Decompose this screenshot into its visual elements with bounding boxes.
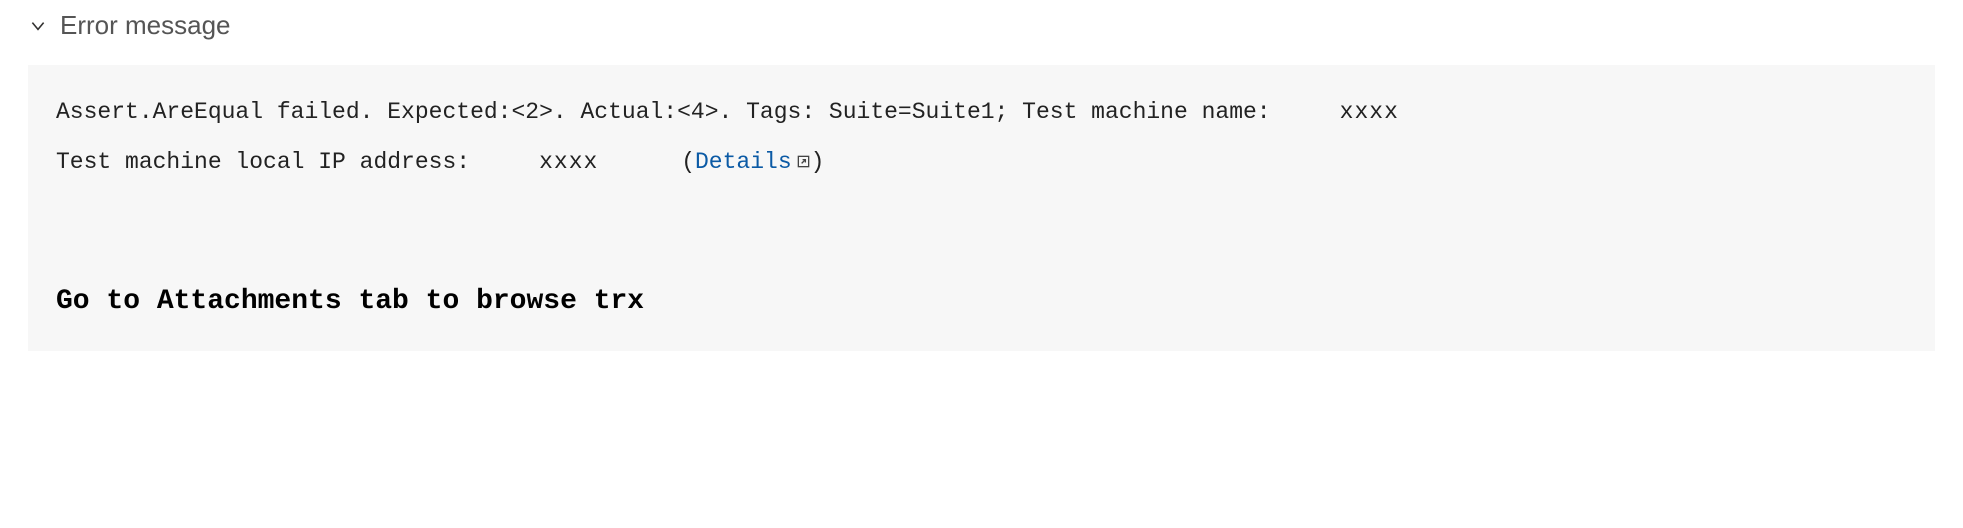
ip-address-redacted: xxxx [539,149,598,175]
error-message-panel: Assert.AreEqual failed. Expected:<2>. Ac… [28,65,1935,351]
details-link-label: Details [695,149,792,175]
chevron-down-icon [28,16,48,36]
external-link-icon [796,138,811,188]
machine-name-redacted: xxxx [1340,99,1399,125]
open-paren: ( [681,149,695,175]
error-text-line1: Assert.AreEqual failed. Expected:<2>. Ac… [56,99,1271,125]
error-message-section-header[interactable]: Error message [28,10,1935,41]
error-message-body: Assert.AreEqual failed. Expected:<2>. Ac… [56,87,1907,188]
attachments-note: Go to Attachments tab to browse trx [56,286,1907,317]
details-link[interactable]: Details [695,149,811,175]
error-text-line2: Test machine local IP address: [56,149,470,175]
close-paren: ) [811,149,825,175]
section-title: Error message [60,10,231,41]
